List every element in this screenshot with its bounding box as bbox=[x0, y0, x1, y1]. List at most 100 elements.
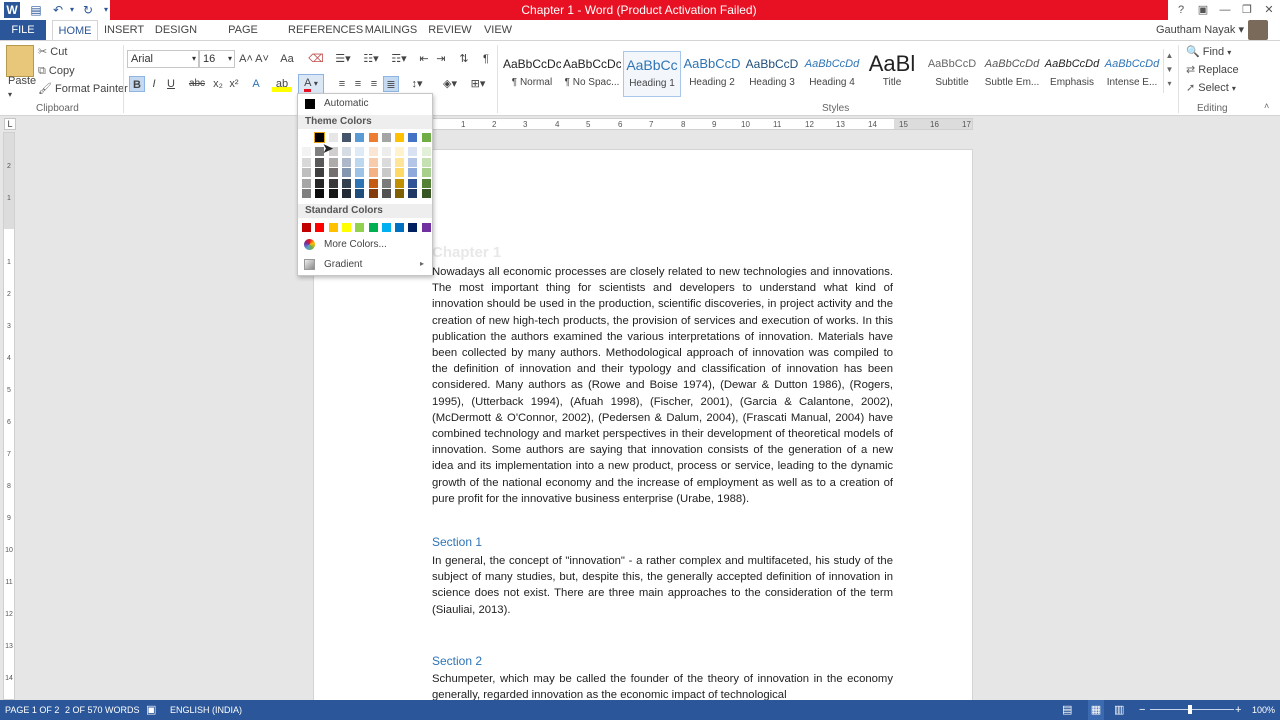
sort-button[interactable]: ⇅ bbox=[456, 51, 472, 67]
theme-color-shade-swatch[interactable] bbox=[328, 168, 338, 177]
grow-font-button[interactable]: A˄ bbox=[238, 51, 254, 67]
document-paragraph[interactable]: Nowadays all economic processes are clos… bbox=[432, 264, 893, 507]
theme-color-shade-swatch[interactable] bbox=[408, 178, 418, 188]
tab-insert[interactable]: INSERT bbox=[104, 20, 144, 40]
automatic-color-option[interactable]: Automatic bbox=[324, 98, 368, 109]
replace-button[interactable]: ⇄ Replace bbox=[1186, 62, 1239, 78]
proofing-icon[interactable]: ▣ bbox=[146, 700, 156, 720]
theme-color-shade-swatch[interactable] bbox=[341, 189, 351, 198]
theme-color-shade-swatch[interactable] bbox=[302, 157, 311, 167]
style-normal[interactable]: AaBbCcDc ¶ Normal bbox=[503, 51, 561, 97]
tab-design[interactable]: DESIGN bbox=[154, 20, 198, 40]
vertical-ruler[interactable]: 2 1 1 2 3 4 5 6 7 8 9 10 11 12 13 14 bbox=[3, 132, 15, 700]
shrink-font-button[interactable]: A˅ bbox=[254, 51, 270, 67]
theme-color-shade-swatch[interactable] bbox=[302, 178, 311, 188]
theme-color-shade-swatch[interactable] bbox=[395, 189, 405, 198]
theme-color-shade-swatch[interactable] bbox=[408, 157, 418, 167]
theme-color-shade-swatch[interactable] bbox=[328, 157, 338, 167]
style-subtitle[interactable]: AaBbCcD Subtitle bbox=[923, 51, 981, 97]
language-indicator[interactable]: ENGLISH (INDIA) bbox=[170, 700, 242, 720]
copy-button[interactable]: ⧉ Copy bbox=[38, 63, 75, 79]
underline-button[interactable]: U bbox=[163, 76, 179, 92]
text-effects-button[interactable]: A bbox=[248, 76, 264, 92]
theme-color-shade-swatch[interactable] bbox=[421, 157, 431, 167]
paste-dropdown-icon[interactable]: ▾ bbox=[8, 87, 12, 103]
section-heading[interactable]: Section 1 bbox=[432, 535, 482, 549]
show-formatting-button[interactable]: ¶ bbox=[478, 51, 494, 67]
font-size-combo[interactable]: 16 ▾ bbox=[199, 50, 235, 68]
document-paragraph[interactable]: In general, the concept of "innovation" … bbox=[432, 553, 893, 618]
bullets-button[interactable]: ☰▾ bbox=[330, 51, 356, 67]
theme-color-shade-swatch[interactable] bbox=[421, 189, 431, 198]
zoom-in-button[interactable]: + bbox=[1235, 700, 1241, 720]
tab-page-layout[interactable]: PAGE LAYOUT bbox=[208, 20, 278, 56]
theme-color-shade-swatch[interactable] bbox=[368, 189, 378, 198]
more-colors-option[interactable]: More Colors... bbox=[324, 239, 387, 250]
theme-color-swatch[interactable] bbox=[381, 133, 391, 142]
theme-color-shade-swatch[interactable] bbox=[315, 157, 325, 167]
theme-color-shade-swatch[interactable] bbox=[381, 189, 391, 198]
decrease-indent-button[interactable]: ⇤ bbox=[416, 51, 432, 67]
theme-color-shade-swatch[interactable] bbox=[302, 147, 311, 156]
cut-button[interactable]: ✂ Cut bbox=[38, 44, 67, 60]
theme-color-swatch[interactable] bbox=[408, 133, 418, 142]
save-icon[interactable]: ▤ bbox=[28, 2, 44, 18]
web-layout-icon[interactable]: ▥ bbox=[1114, 700, 1124, 720]
increase-indent-button[interactable]: ⇥ bbox=[433, 51, 449, 67]
standard-color-swatch[interactable] bbox=[302, 223, 311, 232]
theme-color-shade-swatch[interactable] bbox=[395, 168, 405, 177]
theme-color-shade-swatch[interactable] bbox=[368, 178, 378, 188]
user-name[interactable]: Gautham Nayak ▾ bbox=[1156, 20, 1244, 40]
document-title[interactable]: Chapter 1 bbox=[432, 244, 501, 261]
theme-color-shade-swatch[interactable] bbox=[302, 189, 311, 198]
theme-color-shade-swatch[interactable] bbox=[355, 189, 365, 198]
multilevel-list-button[interactable]: ☶▾ bbox=[386, 51, 412, 67]
standard-color-swatch[interactable] bbox=[341, 223, 351, 232]
style-heading-3[interactable]: AaBbCcD Heading 3 bbox=[743, 51, 801, 97]
gradient-option[interactable]: Gradient bbox=[324, 259, 362, 270]
theme-color-shade-swatch[interactable] bbox=[408, 168, 418, 177]
document-paragraph[interactable]: Schumpeter, which may be called the foun… bbox=[432, 671, 893, 700]
standard-color-swatch[interactable] bbox=[381, 223, 391, 232]
close-button[interactable]: ✕ bbox=[1258, 0, 1280, 20]
align-left-button[interactable]: ≡ bbox=[334, 76, 350, 92]
align-center-button[interactable]: ≡ bbox=[350, 76, 366, 92]
style-emphasis[interactable]: AaBbCcDd Emphasis bbox=[1043, 51, 1101, 97]
theme-color-shade-swatch[interactable] bbox=[421, 147, 431, 156]
standard-color-swatch[interactable] bbox=[355, 223, 365, 232]
standard-color-swatch[interactable] bbox=[408, 223, 418, 232]
style-title[interactable]: AaBl Title bbox=[863, 51, 921, 97]
select-button[interactable]: ➚ Select ▾ bbox=[1186, 80, 1236, 96]
theme-color-shade-swatch[interactable] bbox=[421, 178, 431, 188]
superscript-button[interactable]: x² bbox=[226, 76, 242, 92]
read-mode-icon[interactable]: ▤ bbox=[1062, 700, 1072, 720]
ribbon-display-options-button[interactable]: ▣ bbox=[1192, 0, 1214, 20]
theme-color-shade-swatch[interactable] bbox=[408, 147, 418, 156]
tab-mailings[interactable]: MAILINGS bbox=[364, 20, 418, 40]
theme-color-shade-swatch[interactable] bbox=[395, 157, 405, 167]
tab-view[interactable]: VIEW bbox=[482, 20, 514, 40]
find-button[interactable]: 🔍 Find ▾ bbox=[1186, 44, 1231, 60]
style-subtle-emphasis[interactable]: AaBbCcDd Subtle Em... bbox=[983, 51, 1041, 97]
theme-color-shade-swatch[interactable] bbox=[368, 157, 378, 167]
paste-button[interactable]: Paste bbox=[8, 73, 36, 89]
tab-review[interactable]: REVIEW bbox=[428, 20, 472, 40]
format-painter-button[interactable]: 🖌 Format Painter bbox=[38, 81, 128, 97]
zoom-slider[interactable] bbox=[1150, 709, 1234, 710]
tab-home[interactable]: HOME bbox=[52, 20, 98, 40]
tab-selector[interactable]: L bbox=[4, 118, 16, 130]
tab-references[interactable]: REFERENCES bbox=[288, 20, 363, 40]
standard-color-swatch[interactable] bbox=[368, 223, 378, 232]
theme-color-shade-swatch[interactable] bbox=[302, 168, 311, 177]
style-heading-1[interactable]: AaBbCc Heading 1 bbox=[623, 51, 681, 97]
theme-color-shade-swatch[interactable] bbox=[355, 157, 365, 167]
theme-color-shade-swatch[interactable] bbox=[381, 147, 391, 156]
standard-color-swatch[interactable] bbox=[328, 223, 338, 232]
theme-color-shade-swatch[interactable] bbox=[355, 168, 365, 177]
page-count[interactable]: PAGE 1 OF 2 bbox=[5, 700, 59, 720]
help-button[interactable]: ? bbox=[1170, 0, 1192, 20]
italic-button[interactable]: I bbox=[146, 76, 162, 92]
word-count[interactable]: 2 OF 570 WORDS bbox=[65, 700, 140, 720]
theme-color-shade-swatch[interactable] bbox=[368, 147, 378, 156]
bold-button[interactable]: B bbox=[129, 76, 145, 92]
